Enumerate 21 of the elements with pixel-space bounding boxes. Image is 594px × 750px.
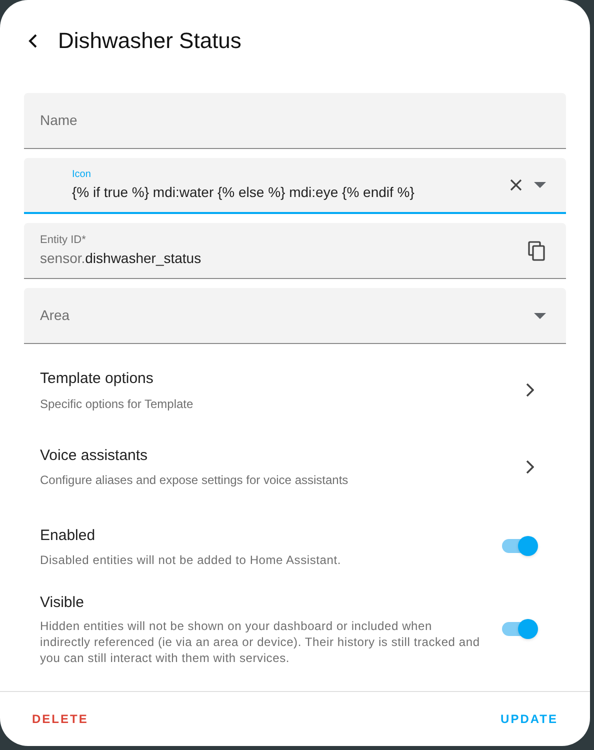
name-field[interactable]: Name <box>24 93 566 149</box>
copy-icon[interactable] <box>528 240 546 260</box>
chevron-right-icon <box>526 460 534 474</box>
dropdown-caret-icon[interactable] <box>534 312 546 318</box>
toggle-description: Hidden entities will not be shown on your dashboard or included when indirectly referenced (ie via an area or device). Their history is still tracked and you can still interact with them with services. <box>40 618 481 666</box>
icon-field[interactable]: Icon {% if true %} mdi:water {% else %} mdi:eye {% endif %} <box>24 158 566 214</box>
settings-link-row[interactable]: Voice assistants Configure aliases and expose settings for voice assistants <box>40 444 550 489</box>
toggle-description: Disabled entities will not be added to Home Assistant. <box>40 552 342 568</box>
area-dropdown[interactable]: Area <box>24 288 566 344</box>
delete-button[interactable]: DELETE <box>32 710 88 728</box>
entity-id-field[interactable]: Entity ID* sensor.dishwasher_status <box>24 223 566 279</box>
chevron-right-icon <box>526 383 534 398</box>
toggle-title: Enabled <box>40 526 96 546</box>
dropdown-caret-icon[interactable] <box>534 182 546 188</box>
toggle-title: Visible <box>40 592 85 612</box>
dialog-title: Dishwasher Status <box>58 27 242 55</box>
back-icon[interactable] <box>28 34 38 48</box>
toggle-switch[interactable] <box>502 618 538 640</box>
toggle-switch[interactable] <box>502 535 538 558</box>
settings-link-row[interactable]: Template options Specific options for Template <box>40 368 550 412</box>
clear-icon[interactable] <box>510 179 522 191</box>
